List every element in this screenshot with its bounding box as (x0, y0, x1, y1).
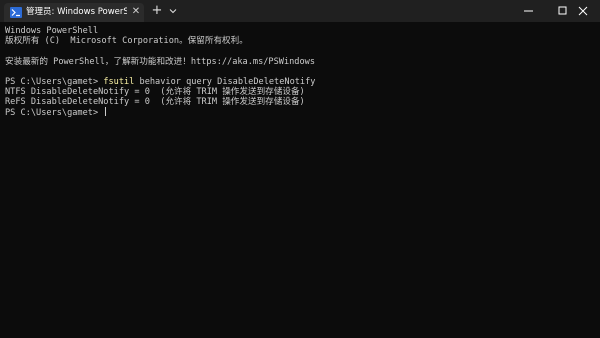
install-message-line: 安装最新的 PowerShell，了解新功能和改进！https://aka.ms… (5, 57, 315, 67)
close-button[interactable] (566, 0, 600, 22)
tab-powershell[interactable]: 管理员: Windows PowerShe ✕ (4, 3, 144, 22)
tab-title: 管理员: Windows PowerShe (26, 7, 127, 17)
header-title-line: Windows PowerShell (5, 26, 99, 36)
output-ntfs-line: NTFS DisableDeleteNotify = 0 (允许将 TRIM 操… (5, 87, 305, 97)
chevron-down-icon[interactable] (167, 4, 179, 18)
tab-close-button[interactable]: ✕ (130, 5, 142, 19)
terminal-window: 管理员: Windows PowerShe ✕ + Windows Power (0, 0, 600, 338)
copyright-line: 版权所有 (C) Microsoft Corporation。保留所有权利。 (5, 36, 248, 46)
terminal-output[interactable]: Windows PowerShell 版权所有 (C) Microsoft Co… (5, 26, 595, 331)
prompt: PS C:\Users\gamet> (5, 77, 104, 87)
command-args: behavior query DisableDeleteNotify (134, 77, 316, 87)
command-line: PS C:\Users\gamet> fsutil behavior query… (5, 77, 315, 87)
title-bar: 管理员: Windows PowerShe ✕ + (0, 0, 600, 22)
prompt: PS C:\Users\gamet> (5, 108, 104, 118)
command-name: fsutil (103, 77, 135, 87)
close-icon (578, 6, 588, 16)
text-cursor (105, 107, 107, 116)
minimize-icon (524, 10, 533, 12)
minimize-button[interactable] (512, 0, 546, 22)
output-refs-line: ReFS DisableDeleteNotify = 0 (允许将 TRIM 操… (5, 97, 305, 107)
new-tab-button[interactable]: + (150, 3, 164, 19)
powershell-icon (10, 7, 22, 18)
current-prompt-line[interactable]: PS C:\Users\gamet> (5, 107, 107, 118)
